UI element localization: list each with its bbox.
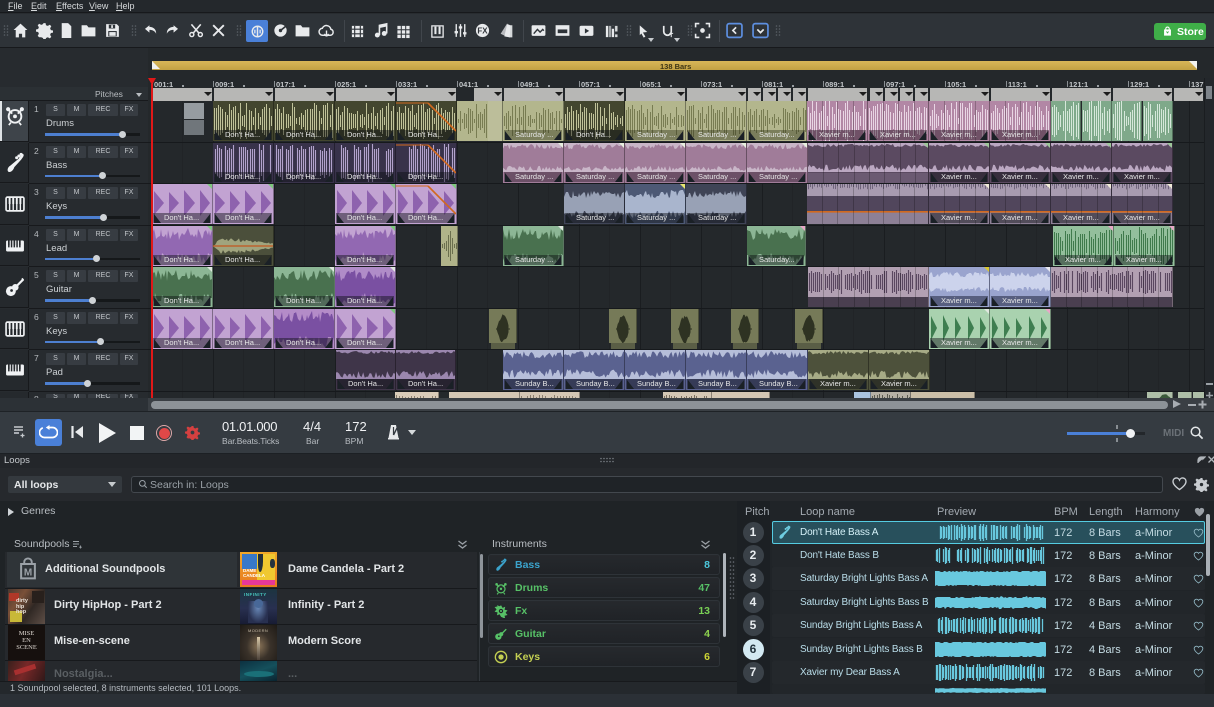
svg-text:M: M: [24, 567, 32, 578]
svg-text:FX: FX: [477, 26, 488, 35]
